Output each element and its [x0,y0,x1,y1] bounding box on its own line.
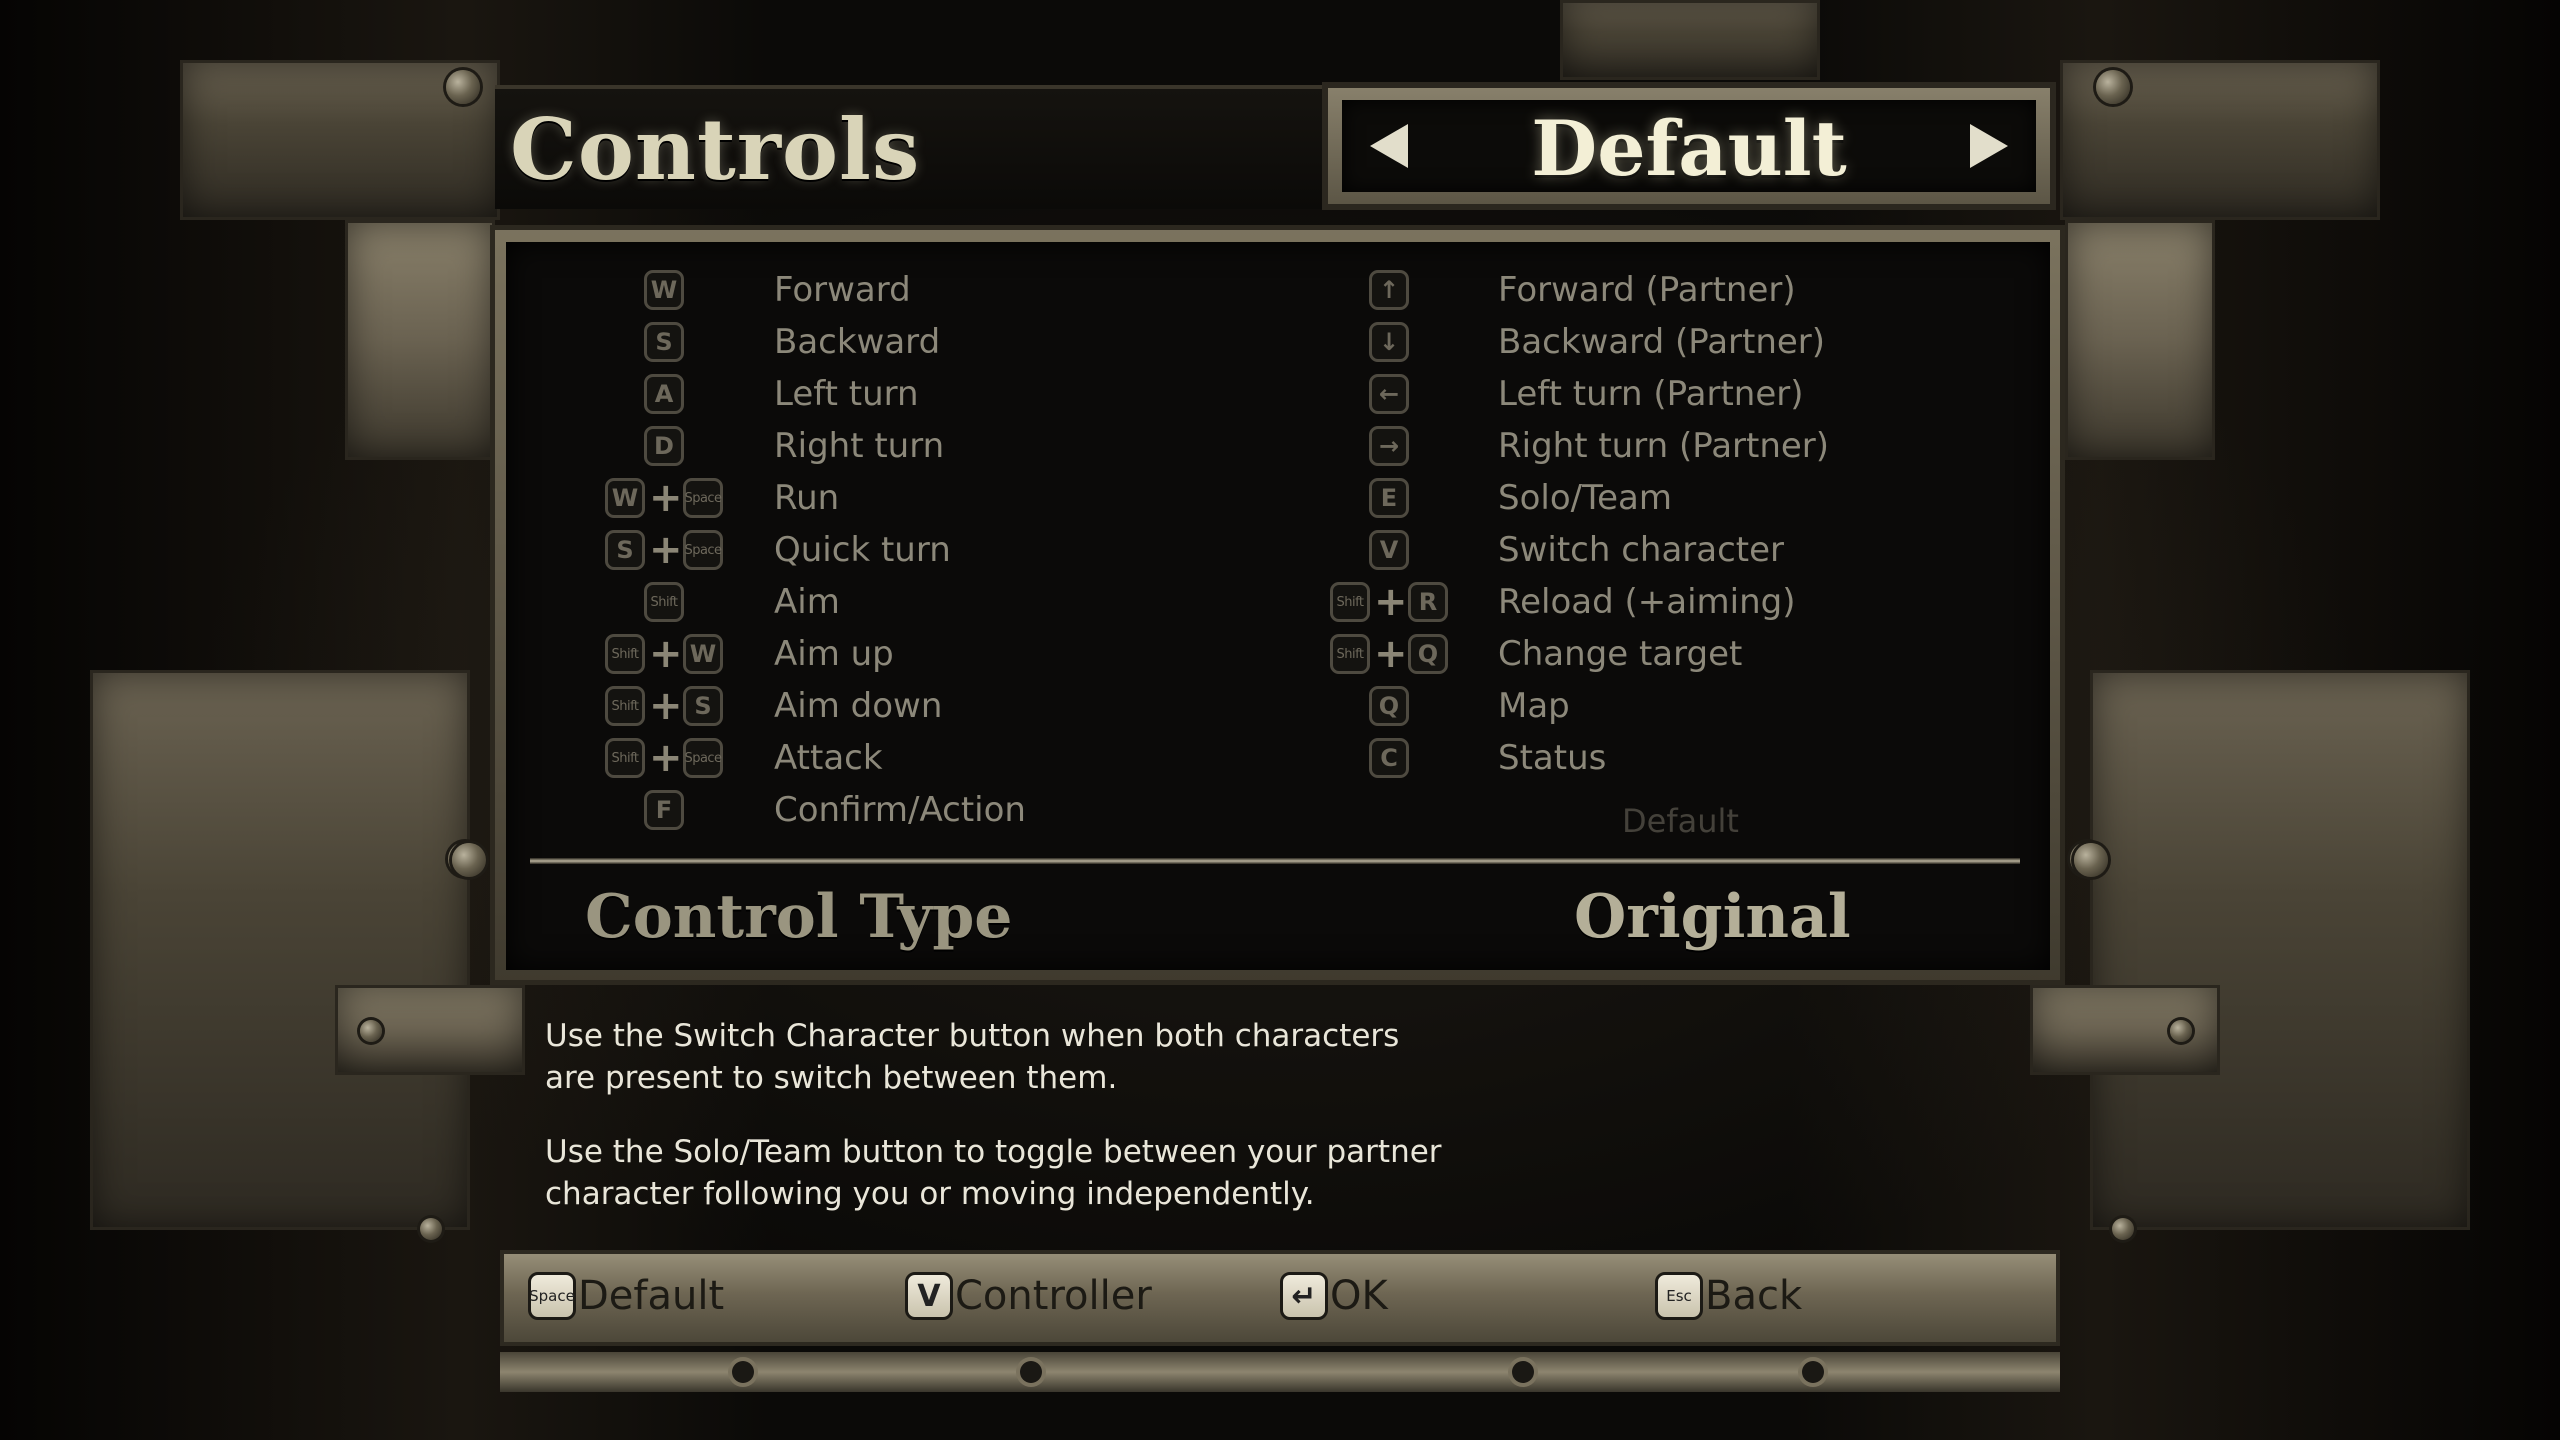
help-switch-character: Use the Switch Character button when bot… [545,1018,1400,1096]
control-label: Reload (+aiming) [1498,582,1796,622]
default-button[interactable]: Space Default [528,1272,724,1320]
key-icon: Q [1369,686,1409,726]
preset-selector-display: Default [1342,100,2036,193]
plus-icon: + [1374,631,1408,677]
preset-label: Default [1531,104,1847,193]
enter-key-icon: ↵ [1280,1272,1328,1320]
key-icon: ↓ [1369,322,1409,362]
control-row[interactable]: C Status [0,732,2560,784]
control-type-value[interactable]: Original [1574,882,1851,952]
key-icon: Shift [1330,634,1370,674]
key-combo: ↑ [1369,264,1409,316]
rail-bolt-icon [1020,1361,1042,1383]
rivet-icon [420,1218,442,1240]
key-combo: ↓ [1369,316,1409,368]
rivet-icon [2096,70,2130,104]
preset-selector[interactable]: Default [1322,82,2056,210]
space-key-icon: Space [528,1272,576,1320]
rivet-icon [2170,1020,2192,1042]
control-label: Switch character [1498,530,1785,570]
arrow-right-icon[interactable] [1970,124,2008,168]
esc-key-icon: Esc [1655,1272,1703,1320]
key-icon: Q [1408,634,1448,674]
frame-top-hanger [1560,0,1820,80]
control-label: Left turn (Partner) [1498,374,1804,414]
rivet-icon [2112,1218,2134,1240]
control-row[interactable]: ↑ Forward (Partner) [0,264,2560,316]
control-row[interactable]: Shift + R Reload (+aiming) [0,576,2560,628]
back-button-label: Back [1705,1273,1803,1319]
control-row[interactable]: ← Left turn (Partner) [0,368,2560,420]
key-combo: Q [1369,680,1409,732]
rivet-icon [452,843,486,877]
control-label: Right turn (Partner) [1498,426,1830,466]
key-combo: Shift + R [1330,576,1448,628]
rivet-icon [2074,843,2108,877]
control-label: Backward (Partner) [1498,322,1826,362]
rail-bolt-icon [1512,1361,1534,1383]
controller-button-label: Controller [955,1273,1152,1319]
control-row[interactable]: E Solo/Team [0,472,2560,524]
control-label: Status [1498,738,1607,778]
default-button-label: Default [578,1273,725,1319]
control-row[interactable]: Shift + Q Change target [0,628,2560,680]
key-icon: E [1369,478,1409,518]
footer-bar: Space Default V Controller ↵ OK Esc Back [500,1250,2060,1346]
key-combo: C [1369,732,1409,784]
v-key-icon: V [905,1272,953,1320]
help-text: Use the Switch Character button when bot… [545,1015,1445,1247]
plus-icon: + [1374,579,1408,625]
control-row[interactable]: F Confirm/Action [0,784,2560,836]
controls-screen: Controls Default W Forward S Backward A Left … [0,0,2560,1440]
key-combo: F [644,784,684,836]
rivet-icon [446,70,480,104]
control-label: Forward (Partner) [1498,270,1796,310]
key-combo: E [1369,472,1409,524]
control-label: Solo/Team [1498,478,1672,518]
rivet-icon [360,1020,382,1042]
control-row[interactable]: → Right turn (Partner) [0,420,2560,472]
bottom-rail [500,1352,2060,1392]
key-icon: → [1369,426,1409,466]
key-combo: V [1369,524,1409,576]
preset-note: Default [1622,802,1739,840]
control-label: Confirm/Action [774,790,1026,830]
key-icon: C [1369,738,1409,778]
key-icon: Shift [1330,582,1370,622]
rail-bolt-icon [732,1361,754,1383]
page-title: Controls [510,100,921,199]
control-label: Map [1498,686,1570,726]
controller-button[interactable]: V Controller [905,1272,1152,1320]
help-solo-team: Use the Solo/Team button to toggle betwe… [545,1134,1442,1212]
key-icon: R [1408,582,1448,622]
key-icon: ↑ [1369,270,1409,310]
panel-divider [530,858,2020,864]
control-row[interactable]: ↓ Backward (Partner) [0,316,2560,368]
key-icon: ← [1369,374,1409,414]
control-type-label[interactable]: Control Type [585,882,1012,952]
control-row[interactable]: Q Map [0,680,2560,732]
key-combo: ← [1369,368,1409,420]
key-combo: → [1369,420,1409,472]
back-button[interactable]: Esc Back [1655,1272,1802,1320]
ok-button[interactable]: ↵ OK [1280,1272,1388,1320]
rail-bolt-icon [1802,1361,1824,1383]
ok-button-label: OK [1330,1273,1388,1319]
control-row[interactable]: V Switch character [0,524,2560,576]
key-icon: F [644,790,684,830]
control-label: Change target [1498,634,1743,674]
key-combo: Shift + Q [1330,628,1448,680]
key-icon: V [1369,530,1409,570]
